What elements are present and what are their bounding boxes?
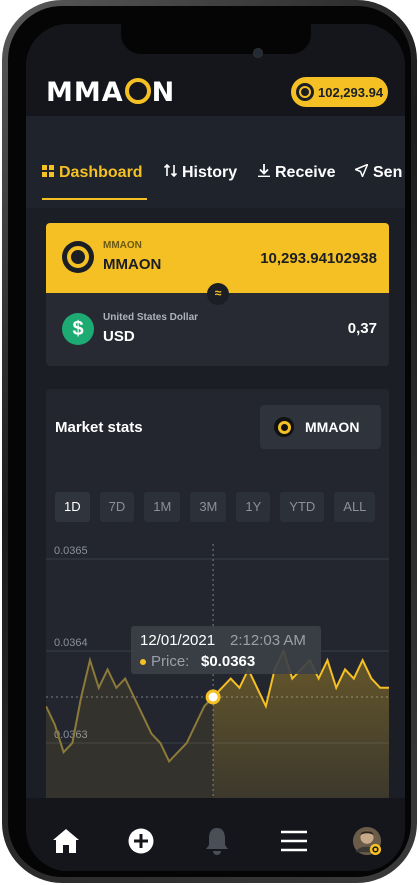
crypto-name: MMAON bbox=[103, 256, 162, 273]
logo-o-icon bbox=[124, 78, 151, 104]
mmaon-coin-icon bbox=[274, 417, 294, 437]
period-1y[interactable]: 1Y bbox=[236, 492, 271, 522]
y-tick-label: 0.0365 bbox=[54, 545, 88, 557]
nav-home[interactable] bbox=[51, 826, 81, 856]
price-tooltip: 12/01/2021 2:12:03 AM Price: $0.0363 bbox=[131, 626, 321, 674]
tooltip-time: 2:12:03 AM bbox=[230, 632, 306, 649]
nav-notifications[interactable] bbox=[202, 826, 232, 856]
coin-select-button[interactable]: MMAON bbox=[260, 405, 381, 449]
tooltip-label: Price: bbox=[151, 653, 190, 670]
coin-select-label: MMAON bbox=[305, 419, 360, 435]
fiat-amount: 0,37 bbox=[347, 320, 377, 337]
phone-bezel: MMA N 102,293.94 Dashboard History Receiv… bbox=[8, 6, 411, 877]
logo-text: MMA bbox=[46, 77, 124, 108]
crypto-amount: 10,293.94102938 bbox=[260, 250, 377, 267]
period-7d[interactable]: 7D bbox=[99, 492, 135, 522]
period-1d[interactable]: 1D bbox=[55, 492, 90, 522]
highlight-point[interactable] bbox=[205, 689, 221, 705]
nav-tabs: Dashboard History Receive Sen bbox=[26, 116, 405, 208]
bell-icon bbox=[206, 828, 228, 855]
tab-send[interactable]: Sen bbox=[355, 164, 402, 182]
dollar-icon: $ bbox=[62, 313, 94, 345]
mmaon-coin-icon bbox=[62, 241, 94, 273]
period-1m[interactable]: 1M bbox=[144, 492, 181, 522]
swap-vertical-icon bbox=[164, 164, 177, 177]
period-ytd[interactable]: YTD bbox=[280, 492, 325, 522]
period-3m[interactable]: 3M bbox=[190, 492, 227, 522]
series-dot-icon bbox=[140, 659, 146, 665]
wallet-card[interactable]: MMAON MMAON 10,293.94102938 ≈ $ United S… bbox=[46, 223, 389, 366]
logo-text-end: N bbox=[151, 77, 176, 108]
add-circle-icon bbox=[128, 828, 154, 854]
home-icon bbox=[53, 829, 79, 853]
download-icon bbox=[258, 164, 270, 177]
y-tick-label: 0.0364 bbox=[54, 637, 88, 649]
camera bbox=[253, 48, 263, 58]
phone-frame: MMA N 102,293.94 Dashboard History Receiv… bbox=[2, 0, 417, 883]
swap-icon[interactable]: ≈ bbox=[207, 283, 229, 305]
tab-label: History bbox=[182, 164, 238, 181]
period-all[interactable]: ALL bbox=[334, 492, 376, 522]
period-selector: 1D 7D 1M 3M 1Y YTD ALL bbox=[55, 492, 376, 522]
avatar bbox=[352, 826, 382, 856]
tab-receive[interactable]: Receive bbox=[258, 164, 336, 182]
fiat-label: United States Dollar bbox=[103, 312, 199, 323]
tab-label: Receive bbox=[275, 164, 336, 181]
balance-value: 102,293.94 bbox=[318, 84, 384, 100]
tab-label: Sen bbox=[373, 164, 403, 181]
tab-label: Dashboard bbox=[59, 164, 143, 181]
mmaon-coin-icon bbox=[296, 83, 314, 101]
send-icon bbox=[355, 164, 368, 177]
grid-icon bbox=[42, 165, 54, 177]
tooltip-date: 12/01/2021 bbox=[140, 632, 216, 649]
market-stats-title: Market stats bbox=[55, 419, 143, 436]
nav-profile[interactable] bbox=[352, 826, 382, 856]
active-tab-indicator bbox=[42, 198, 147, 200]
balance-pill[interactable]: 102,293.94 bbox=[291, 77, 388, 107]
menu-icon bbox=[281, 830, 307, 852]
fiat-name: USD bbox=[103, 328, 135, 345]
tab-dashboard[interactable]: Dashboard bbox=[42, 164, 143, 182]
nav-menu[interactable] bbox=[279, 826, 309, 856]
nav-add[interactable] bbox=[126, 826, 156, 856]
crypto-label: MMAON bbox=[103, 240, 142, 251]
bottom-nav bbox=[26, 798, 405, 871]
notch bbox=[121, 24, 311, 58]
app-screen: MMA N 102,293.94 Dashboard History Receiv… bbox=[26, 24, 405, 871]
app-logo[interactable]: MMA N bbox=[46, 77, 175, 108]
tab-history[interactable]: History bbox=[164, 164, 237, 182]
tooltip-value: $0.0363 bbox=[201, 653, 256, 670]
